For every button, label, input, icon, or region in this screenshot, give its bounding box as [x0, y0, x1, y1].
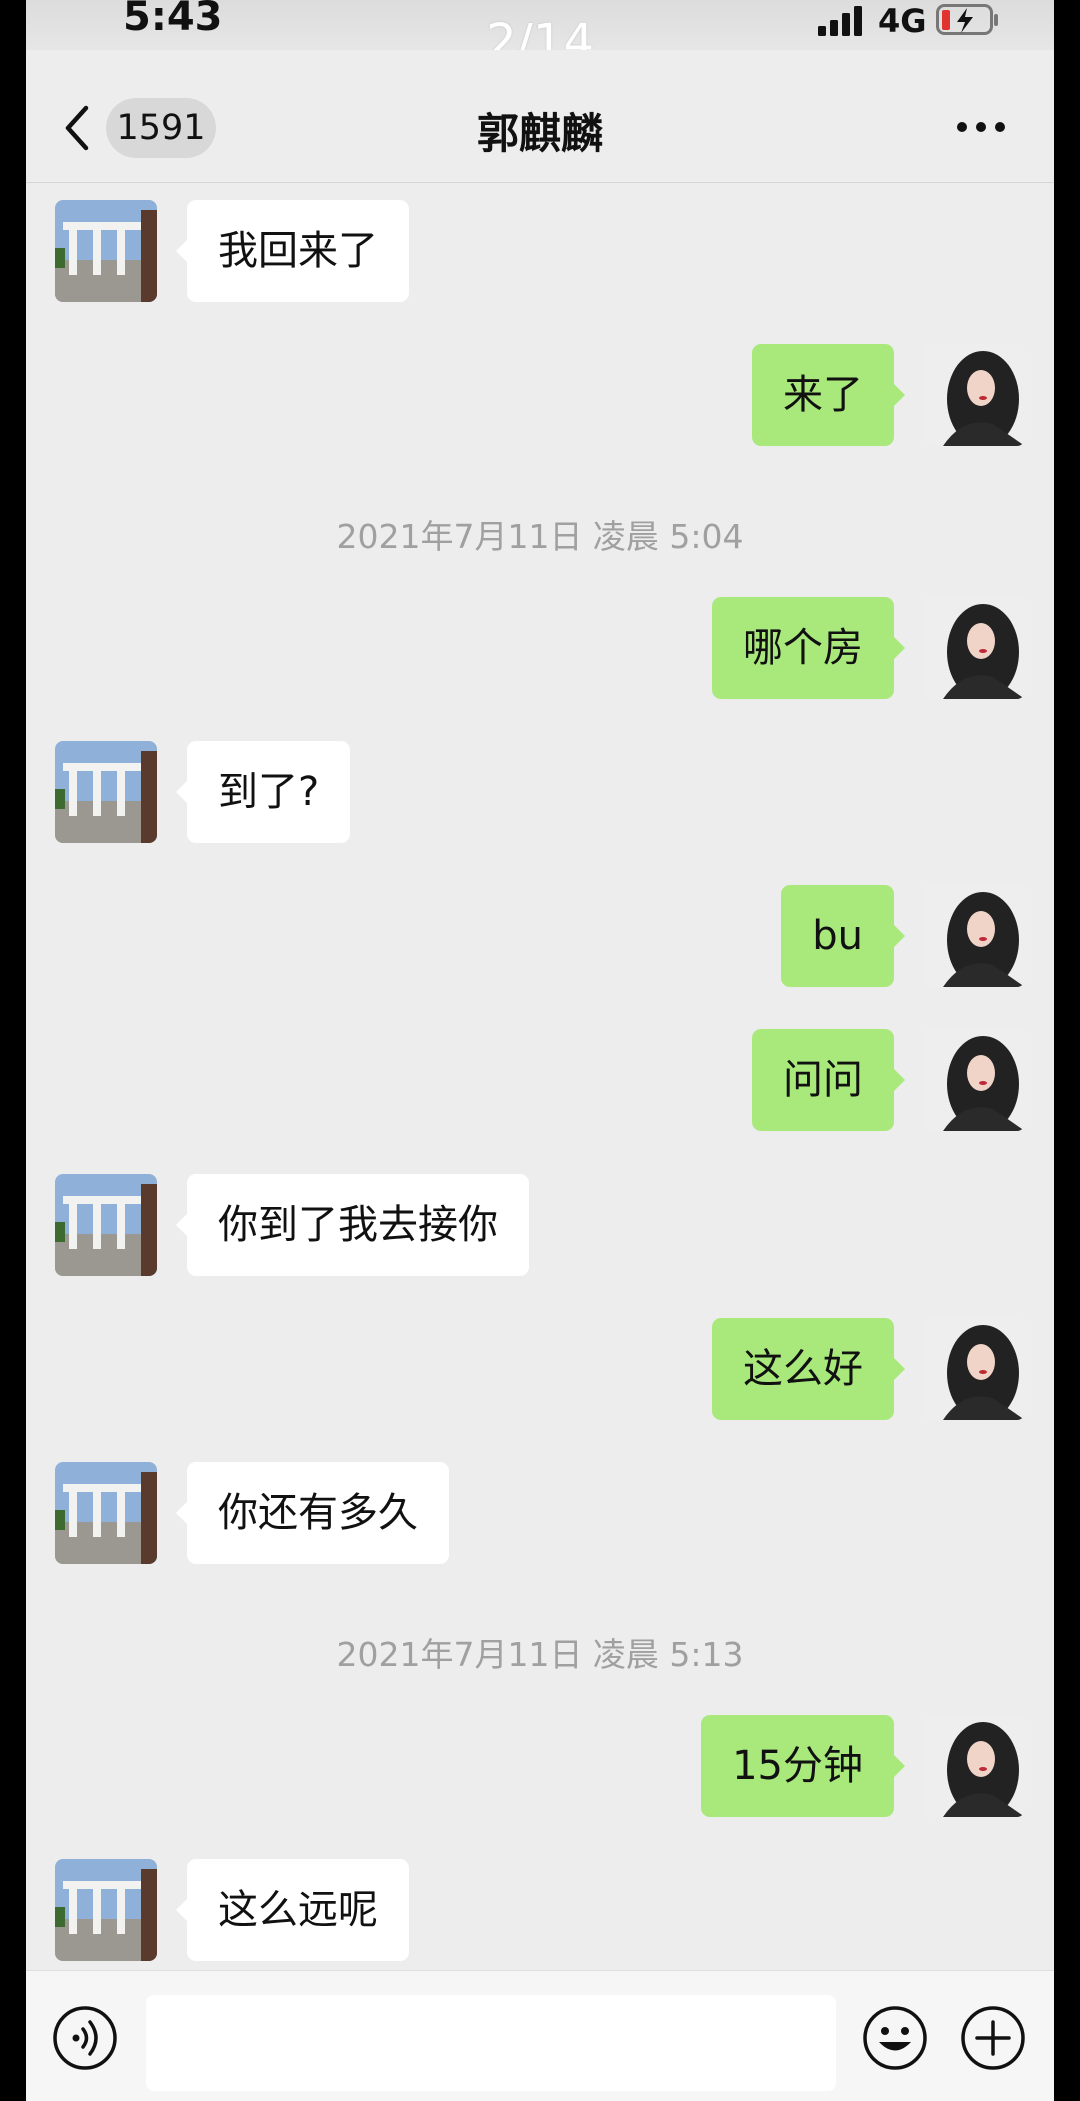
message-bubble-outgoing[interactable]: bu: [781, 885, 905, 987]
contact-avatar[interactable]: [55, 1462, 157, 1564]
more-icon[interactable]: [956, 120, 1006, 134]
user-avatar[interactable]: [923, 1715, 1025, 1817]
status-bar: 5:43 4G 2/14: [26, 0, 1054, 70]
message-row: 这么远呢: [26, 1859, 1054, 1961]
message-row: 这么好: [26, 1318, 1054, 1420]
user-avatar[interactable]: [923, 1318, 1025, 1420]
user-avatar[interactable]: [923, 344, 1025, 446]
emoji-icon[interactable]: [862, 2005, 928, 2071]
message-bubble-incoming[interactable]: 到了?: [175, 741, 351, 843]
message-bubble-outgoing[interactable]: 问问: [752, 1029, 905, 1131]
timestamp: 2021年7月11日 凌晨 5:04: [336, 517, 744, 556]
chat-screen: 5:43 4G 2/14 1591 郭麒麟 我回来了 来了 2021年7月11日…: [26, 0, 1054, 2101]
user-avatar[interactable]: [923, 597, 1025, 699]
message-row: 问问: [26, 1029, 1054, 1131]
message-bubble-incoming[interactable]: 你还有多久: [176, 1462, 449, 1564]
message-row: bu: [26, 885, 1054, 987]
message-bubble-outgoing[interactable]: 来了: [752, 344, 905, 446]
message-row: 来了: [26, 344, 1054, 446]
message-row: 我回来了: [26, 200, 1054, 302]
user-avatar[interactable]: [923, 885, 1025, 987]
message-bubble-incoming[interactable]: 我回来了: [176, 200, 409, 302]
message-row: 你还有多久: [26, 1462, 1054, 1564]
message-bubble-outgoing[interactable]: 15分钟: [701, 1715, 905, 1817]
timestamp: 2021年7月11日 凌晨 5:13: [336, 1635, 744, 1674]
message-row: 到了?: [26, 741, 1054, 843]
contact-avatar[interactable]: [55, 200, 157, 302]
message-input[interactable]: [146, 1995, 836, 2091]
message-row: 15分钟: [26, 1715, 1054, 1817]
message-bubble-incoming[interactable]: 你到了我去接你: [176, 1174, 529, 1276]
message-row: 你到了我去接你: [26, 1174, 1054, 1276]
voice-icon[interactable]: [52, 2005, 118, 2071]
plus-icon[interactable]: [960, 2005, 1026, 2071]
message-bubble-incoming[interactable]: 这么远呢: [176, 1859, 409, 1961]
contact-avatar[interactable]: [55, 1174, 157, 1276]
contact-name: 郭麒麟: [476, 109, 603, 158]
chat-header: 1591 郭麒麟: [26, 50, 1054, 183]
contact-avatar[interactable]: [55, 741, 157, 843]
message-row: 哪个房: [26, 597, 1054, 699]
message-bubble-outgoing[interactable]: 哪个房: [712, 597, 905, 699]
message-bubble-outgoing[interactable]: 这么好: [712, 1318, 905, 1420]
input-bar: [26, 1970, 1054, 2101]
user-avatar[interactable]: [923, 1029, 1025, 1131]
contact-avatar[interactable]: [55, 1859, 157, 1961]
